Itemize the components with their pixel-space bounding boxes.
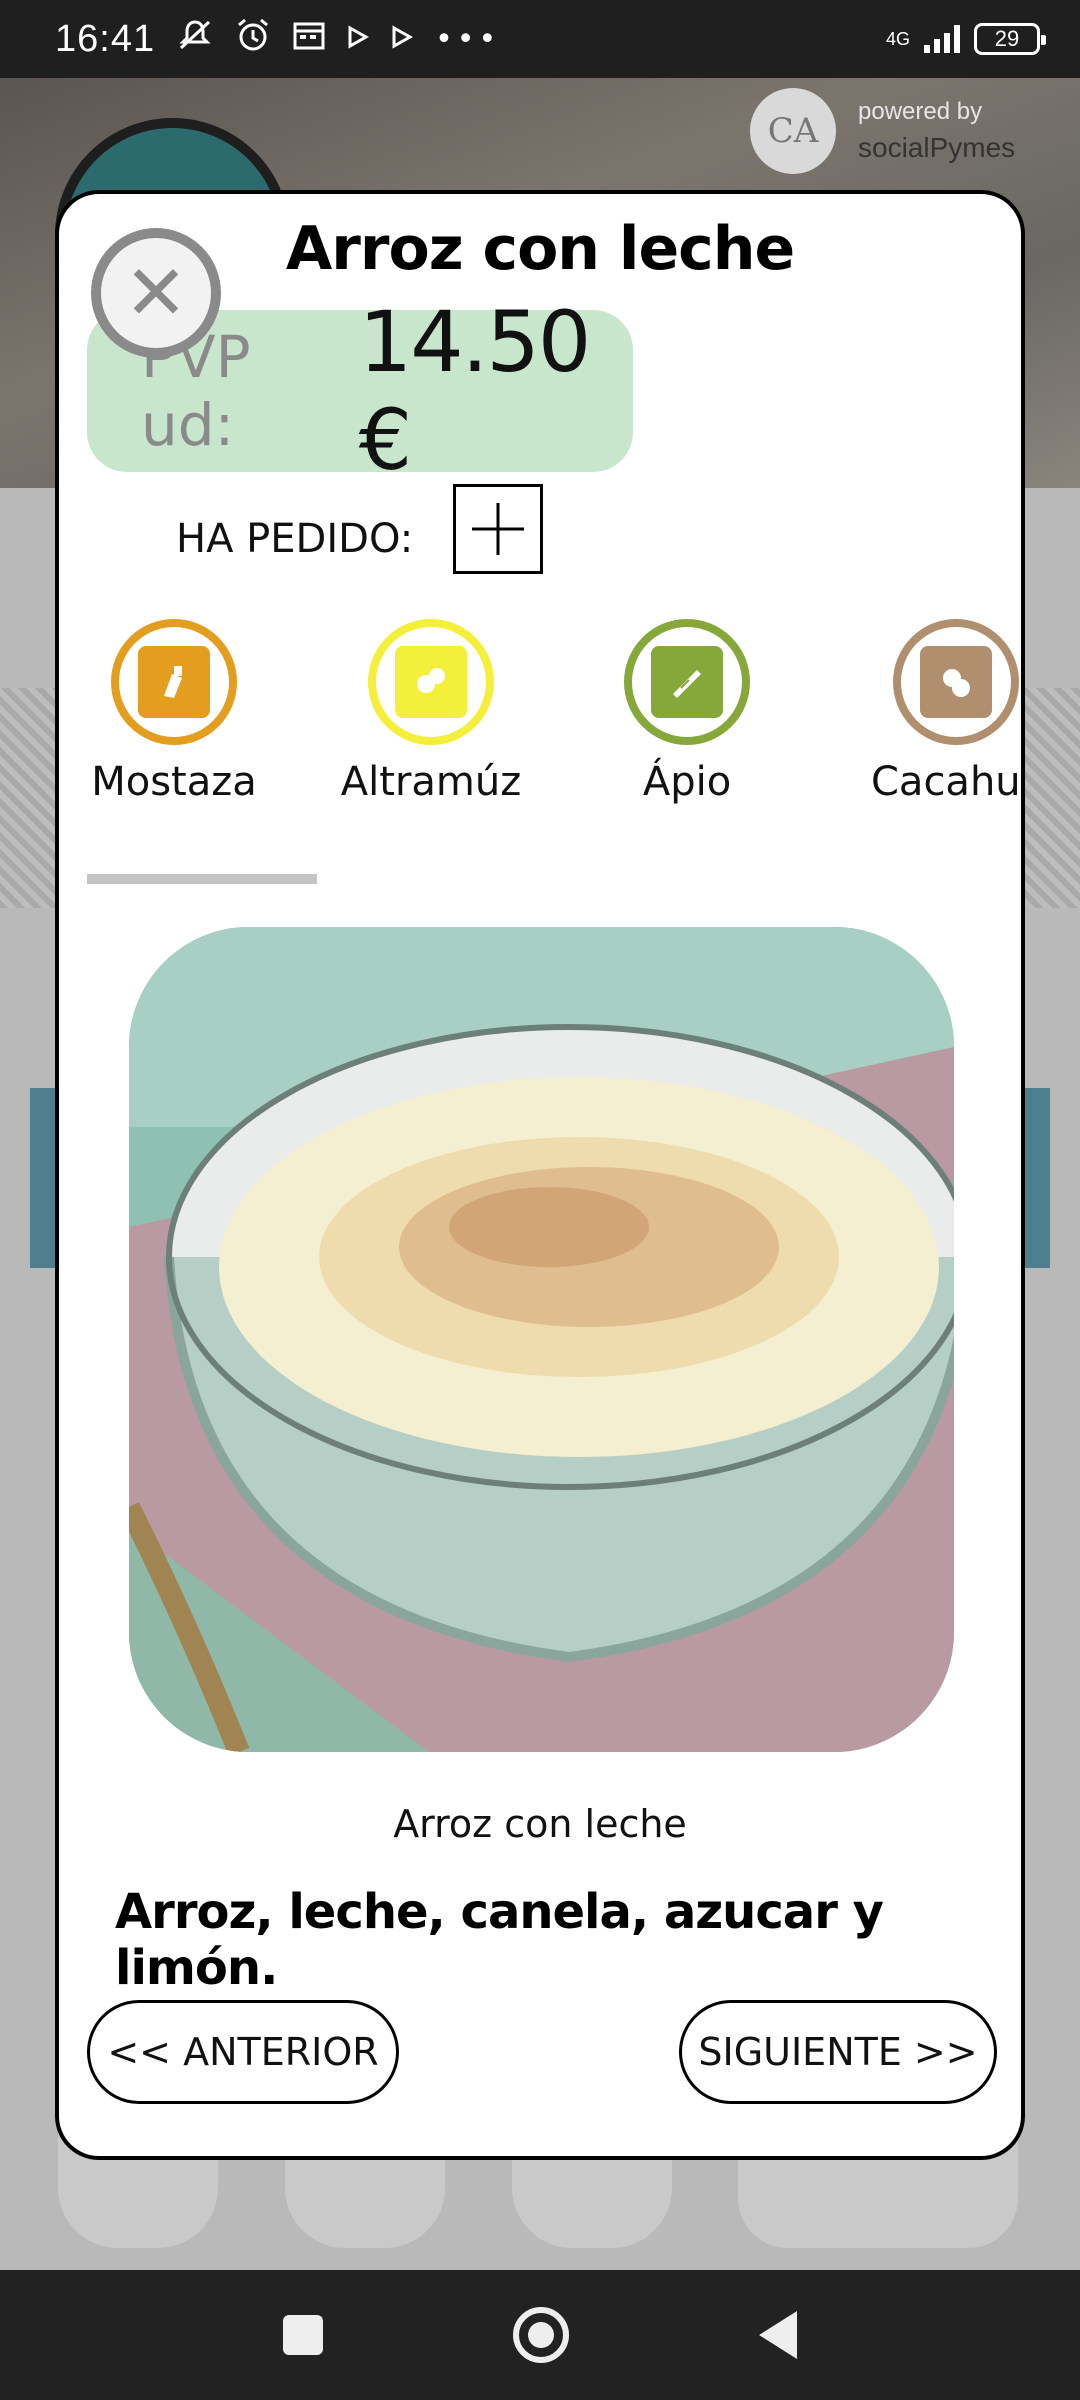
system-status: 4G 29 xyxy=(885,23,1046,55)
powered-by-badge: CA powered by socialPymes xyxy=(750,88,1015,174)
allergen-name: Altramúz xyxy=(340,759,522,805)
play-icon xyxy=(347,22,370,57)
status-time: 16:41 xyxy=(55,17,156,60)
android-navigation-bar xyxy=(0,2270,1080,2400)
dish-photo xyxy=(129,927,954,1752)
close-icon: ✕ xyxy=(124,248,188,337)
allergen-list[interactable]: Mostaza Altramúz Ápio Cacahu xyxy=(59,619,1021,819)
dish-detail-modal: Arroz con leche ✕ PVP ud: 14.50 € HA PED… xyxy=(55,190,1025,2160)
mustard-icon xyxy=(111,619,237,745)
add-to-order-button[interactable] xyxy=(453,484,543,574)
allergen-name: Cacahu xyxy=(871,759,1021,805)
allergen-item: Altramúz xyxy=(321,619,541,805)
dish-description: Arroz, leche, canela, azucar y limón. xyxy=(115,1884,884,1996)
close-button[interactable]: ✕ xyxy=(91,228,221,358)
price-value: 14.50 € xyxy=(358,293,591,489)
allergen-item: Mostaza xyxy=(64,619,284,805)
lupin-icon xyxy=(368,619,494,745)
dish-caption: Arroz con leche xyxy=(393,1802,687,1846)
mute-icon xyxy=(177,18,213,60)
powered-by-label: powered by xyxy=(858,97,983,125)
play-icon xyxy=(391,22,414,57)
powered-by-logo: CA xyxy=(750,88,836,174)
battery-level: 29 xyxy=(994,26,1020,51)
next-button[interactable]: SIGUIENTE >> xyxy=(679,2000,997,2104)
alarm-icon xyxy=(235,17,271,61)
notification-icons: ••• xyxy=(177,17,500,61)
signal-icon xyxy=(924,25,960,53)
allergen-name: Ápio xyxy=(642,759,732,805)
allergen-item: Cacahu xyxy=(849,619,1021,805)
home-icon[interactable] xyxy=(513,2307,569,2363)
battery-icon: 29 xyxy=(974,23,1046,55)
allergen-item: Ápio xyxy=(577,619,797,805)
peanut-icon xyxy=(893,619,1019,745)
more-icon: ••• xyxy=(435,21,501,57)
network-type: 4G xyxy=(885,29,910,49)
plus-icon xyxy=(472,503,524,555)
allergen-name: Mostaza xyxy=(91,759,257,805)
previous-button[interactable]: << ANTERIOR xyxy=(87,2000,399,2104)
celery-icon xyxy=(624,619,750,745)
recents-icon[interactable] xyxy=(283,2315,323,2355)
calendar-icon xyxy=(293,20,325,58)
ordered-label: HA PEDIDO: xyxy=(176,516,414,562)
scroll-indicator xyxy=(87,874,317,884)
back-icon[interactable] xyxy=(759,2311,797,2359)
status-bar: 16:41 ••• 4G 29 xyxy=(0,0,1080,78)
powered-by-brand: socialPymes xyxy=(858,132,1016,164)
